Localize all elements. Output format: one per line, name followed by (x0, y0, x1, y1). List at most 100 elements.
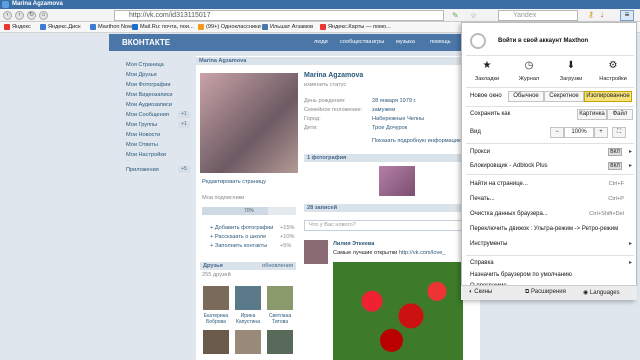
left-menu-item[interactable]: Мои Друзья (126, 71, 157, 79)
save-file-button[interactable]: Файл (607, 109, 633, 120)
vk-nav-3[interactable]: музыка (396, 38, 415, 47)
url-field[interactable]: http://vk.com/id313115017 (114, 10, 444, 21)
bookmark-item[interactable]: Mail.Ru: почта, пои... (132, 23, 194, 32)
toolbar-label[interactable]: Закладки (470, 75, 504, 83)
wand-icon[interactable]: ✎ (452, 11, 459, 20)
profile-action[interactable]: + Заполнить контакты (210, 242, 267, 250)
profile-action[interactable]: + Добавить фотографии (210, 224, 273, 232)
vk-nav-1[interactable]: сообщества (340, 38, 371, 47)
help-item[interactable]: Справка (470, 259, 494, 267)
post-author-avatar[interactable] (304, 240, 328, 264)
post-image[interactable] (333, 262, 463, 360)
bookmark-item[interactable]: Яндекс.Карты — помо... (320, 23, 391, 32)
wall-post-input[interactable]: Что у Вас нового? (304, 220, 476, 231)
search-input[interactable]: Yandex (498, 10, 578, 21)
menu-item[interactable]: Печать... (470, 195, 495, 203)
set-default-item[interactable]: Назначить браузером по умолчанию (470, 271, 572, 279)
left-menu-item[interactable]: Мои Фотографии (126, 81, 170, 89)
friend-avatar[interactable] (235, 286, 261, 310)
left-menu-item[interactable]: Мои Новости (126, 131, 160, 139)
friend-name[interactable]: Ирина Капустина (232, 313, 264, 325)
subscribers-label[interactable]: Мои подписчики (202, 194, 244, 202)
adblock-toggle[interactable]: ВКЛ (608, 162, 622, 170)
info-value[interactable]: замужем (372, 106, 395, 114)
zoom-in-button[interactable]: + (594, 127, 608, 138)
left-menu-item[interactable]: Мои Ответы (126, 141, 158, 149)
left-menu-item[interactable]: Мои Группы (126, 121, 157, 129)
proxy-toggle[interactable]: ВКЛ (608, 148, 622, 156)
friend-avatar[interactable] (235, 330, 261, 354)
friends-count[interactable]: 255 друзей (202, 271, 231, 279)
vk-nav-4[interactable]: помощь (430, 38, 451, 47)
window-mode-2[interactable]: Изолированное (584, 91, 632, 102)
bookmark-item[interactable]: (99+) Одноклассники (198, 23, 261, 32)
download-icon[interactable]: ↓ (600, 10, 604, 19)
friends-updates-link[interactable]: обновления (262, 262, 293, 270)
home-icon[interactable]: ⌂ (39, 11, 48, 20)
toolbar-label[interactable]: Журнал (512, 75, 546, 83)
star-icon[interactable]: ☆ (470, 11, 477, 20)
menu-item[interactable]: Найти на странице... (470, 180, 528, 188)
info-value[interactable]: Набережные Челны (372, 115, 424, 123)
url-text: http://vk.com/id313115017 (129, 12, 211, 19)
help-arrow-icon: ▸ (628, 260, 632, 266)
search-engine-label: Yandex (513, 12, 537, 19)
profile-photo[interactable] (200, 73, 298, 173)
back-icon[interactable]: ‹ (3, 11, 12, 20)
toolbar-label[interactable]: Загрузки (554, 75, 588, 83)
friend-avatar[interactable] (203, 330, 229, 354)
history-icon[interactable]: ◷ (512, 60, 546, 72)
left-menu-item[interactable]: Мои Настройки (126, 151, 166, 159)
menu-item[interactable]: Очистка данных браузера... (470, 210, 548, 218)
toolbar-label[interactable]: Настройки (596, 75, 630, 83)
friend-avatar[interactable] (267, 286, 293, 310)
friend-name[interactable]: Светлана Титова (264, 313, 296, 325)
vk-nav-2[interactable]: игры (372, 38, 384, 47)
vk-nav-0[interactable]: люди (314, 38, 328, 47)
window-mode-1[interactable]: Секретное (544, 91, 584, 102)
friend-avatar[interactable] (203, 286, 229, 310)
edit-page-link[interactable]: Редактировать страницу (202, 178, 266, 186)
bookmark-item[interactable]: Ильшат Агзамов (262, 23, 313, 32)
adblock-item[interactable]: Блокировщик - Adblock Plus (470, 162, 548, 170)
extensions-button[interactable]: ⧉ Расширения (525, 289, 566, 296)
settings-icon[interactable]: ⚙ (596, 60, 630, 72)
window-mode-0[interactable]: Обычное (508, 91, 544, 102)
left-menu-item[interactable]: Мои Видеозаписи (126, 91, 173, 99)
info-value[interactable]: 28 января 1979 г. (372, 97, 416, 105)
skins-button[interactable]: ◐ Скины (469, 289, 492, 295)
menu-icon[interactable]: ≡ (620, 10, 634, 21)
left-menu-item[interactable]: Моя Страница (126, 61, 164, 69)
more-info-link[interactable]: Показать подробную информацию (372, 137, 462, 145)
languages-button[interactable]: ◉ Languages (583, 289, 620, 296)
left-menu-item[interactable]: Мои Сообщения (126, 111, 169, 119)
forward-icon[interactable]: › (15, 11, 24, 20)
post-link[interactable]: http://vk.com/love_ (399, 250, 446, 256)
friend-name[interactable]: Екатерина Боброва (200, 313, 232, 325)
left-menu-item[interactable]: Приложения (126, 166, 159, 174)
menu-item[interactable]: Переключить движок : Ультра-режим -> Рет… (470, 225, 618, 233)
post-author[interactable]: Лилия Эткеева (333, 240, 374, 248)
bookmark-item[interactable]: Яндекс (4, 23, 31, 32)
user-avatar-icon[interactable] (470, 33, 486, 49)
bookmark-item[interactable]: Maxthon Now (90, 23, 132, 32)
fullscreen-icon[interactable]: ⛶ (612, 127, 626, 138)
key-icon[interactable]: ⚷ (588, 10, 594, 19)
login-link[interactable]: Войти в свой аккаунт Maxthon (498, 37, 588, 45)
menu-shortcut: Ctrl+Shift+Del (589, 211, 624, 217)
downloads-icon[interactable]: ⬇ (554, 60, 588, 72)
friend-avatar[interactable] (267, 330, 293, 354)
bookmark-icon (320, 23, 326, 30)
edit-status-link[interactable]: изменить статус (304, 81, 346, 89)
bookmarks-icon[interactable]: ★ (470, 60, 504, 72)
menu-item[interactable]: Инструменты (470, 240, 507, 248)
zoom-out-button[interactable]: − (550, 127, 564, 138)
profile-action[interactable]: + Рассказать о школе (210, 233, 266, 241)
photo-thumbnail[interactable] (379, 166, 415, 196)
save-image-button[interactable]: Картинка (577, 109, 607, 120)
left-menu-item[interactable]: Мои Аудиозаписи (126, 101, 172, 109)
refresh-icon[interactable]: ↻ (27, 11, 36, 20)
bookmark-item[interactable]: Яндекс.Диск (40, 23, 81, 32)
info-value[interactable]: Трое Дочурок (372, 124, 407, 132)
proxy-item[interactable]: Прокси (470, 148, 490, 156)
